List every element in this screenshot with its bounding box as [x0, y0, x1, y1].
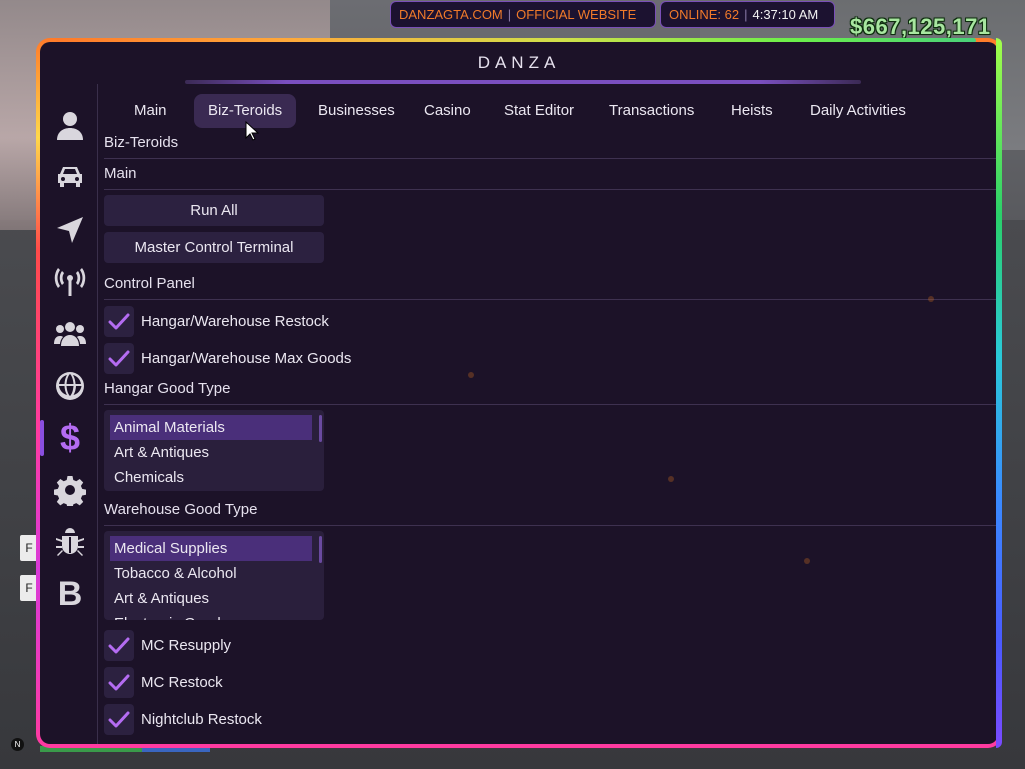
money-display: $667,125,171	[850, 14, 991, 39]
checkbox-label: MC Restock	[141, 674, 223, 691]
antenna-icon	[54, 268, 86, 296]
list-item[interactable]: Animal Materials	[110, 415, 312, 440]
minimap-north-marker: N	[11, 738, 24, 751]
checkbox-label: Hangar/Warehouse Restock	[141, 313, 329, 330]
checkbox[interactable]	[104, 667, 134, 698]
checkmark-icon	[108, 637, 130, 653]
checkbox[interactable]	[104, 306, 134, 337]
dollar-icon: $	[59, 417, 81, 458]
background-particle	[468, 372, 474, 378]
checkmark-icon	[108, 711, 130, 727]
window-title: DANZA	[477, 53, 561, 72]
sidebar-item-vehicle[interactable]	[50, 158, 90, 198]
group-icon	[54, 322, 86, 346]
sidebar-item-teleport[interactable]	[50, 210, 90, 250]
tab-heists[interactable]: Heists	[717, 94, 787, 128]
menu-window: DANZA $ B Main Biz-Teroids Businesses Ca…	[40, 42, 998, 744]
list-item[interactable]: Tobacco & Alcohol	[110, 561, 312, 586]
checkmark-icon	[108, 674, 130, 690]
online-count: ONLINE: 62	[669, 7, 740, 22]
tab-main[interactable]: Main	[120, 94, 181, 128]
checkbox-label: Nightclub Restock	[141, 711, 262, 728]
sidebar-item-money[interactable]: $	[40, 417, 90, 458]
checkbox-label: MC Resupply	[141, 637, 232, 654]
checkbox[interactable]	[104, 630, 134, 661]
warehouse-good-type-listbox[interactable]: Medical Supplies Tobacco & Alcohol Art &…	[104, 531, 324, 620]
car-icon	[58, 167, 82, 187]
list-item[interactable]: Medical Supplies	[110, 536, 312, 561]
tab-businesses[interactable]: Businesses	[304, 94, 409, 128]
list-item[interactable]: Chemicals	[110, 465, 312, 490]
sidebar-item-network[interactable]	[50, 262, 90, 302]
sidebar-item-b[interactable]: B	[50, 574, 90, 614]
navigation-arrow-icon	[57, 217, 83, 243]
master-control-terminal-button[interactable]: Master Control Terminal	[104, 232, 324, 263]
checkbox[interactable]	[104, 343, 134, 374]
checkmark-icon	[108, 313, 130, 329]
background-particle	[928, 296, 934, 302]
tab-daily-activities[interactable]: Daily Activities	[796, 94, 920, 128]
b-letter-icon: B	[57, 575, 83, 613]
tab-transactions[interactable]: Transactions	[595, 94, 708, 128]
background-particle	[668, 476, 674, 482]
list-item[interactable]: Art & Antiques	[110, 586, 312, 611]
icon-sidebar: $ B	[40, 84, 98, 744]
list-item[interactable]: Electronic Goods	[110, 611, 312, 620]
section-main: Main	[104, 159, 998, 190]
list-item[interactable]: Art & Antiques	[110, 440, 312, 465]
title-underline	[185, 80, 861, 84]
listbox-scrollbar[interactable]	[319, 415, 322, 442]
tab-stat-editor[interactable]: Stat Editor	[490, 94, 588, 128]
online-status-badge: ONLINE: 62 | 4:37:10 AM	[660, 1, 835, 28]
sidebar-item-player[interactable]	[50, 106, 90, 146]
website-badge: DANZAGTA.COM | OFFICIAL WEBSITE	[390, 1, 656, 28]
mouse-cursor-icon	[245, 121, 259, 141]
bug-icon	[56, 528, 84, 556]
checkbox[interactable]	[104, 704, 134, 735]
sidebar-item-players[interactable]	[50, 314, 90, 354]
listbox-scrollbar[interactable]	[319, 536, 322, 563]
person-icon	[57, 112, 83, 140]
run-all-button[interactable]: Run All	[104, 195, 324, 226]
clock-time: 4:37:10 AM	[752, 7, 819, 22]
page-title: Biz-Teroids	[104, 128, 998, 159]
website-url: DANZAGTA.COM	[399, 7, 503, 22]
section-warehouse-good-type: Warehouse Good Type	[104, 495, 998, 526]
section-hangar-good-type: Hangar Good Type	[104, 374, 998, 405]
gear-icon	[54, 476, 86, 506]
sidebar-item-world[interactable]	[50, 366, 90, 406]
tab-bar: Main Biz-Teroids Businesses Casino Stat …	[102, 94, 998, 128]
tab-casino[interactable]: Casino	[410, 94, 485, 128]
sidebar-item-settings[interactable]	[50, 470, 90, 510]
checkmark-icon	[108, 350, 130, 366]
section-control-panel: Control Panel	[104, 269, 998, 300]
globe-icon	[56, 372, 84, 400]
background-particle	[804, 558, 810, 564]
official-website-label: OFFICIAL WEBSITE	[516, 7, 637, 22]
hangar-good-type-listbox[interactable]: Animal Materials Art & Antiques Chemical…	[104, 410, 324, 491]
content-panel: Biz-Teroids Main Run All Master Control …	[104, 128, 998, 744]
checkbox-label: Hangar/Warehouse Max Goods	[141, 350, 352, 367]
sidebar-item-debug[interactable]	[50, 522, 90, 562]
menu-window-frame: DANZA $ B Main Biz-Teroids Businesses Ca…	[36, 38, 1002, 748]
